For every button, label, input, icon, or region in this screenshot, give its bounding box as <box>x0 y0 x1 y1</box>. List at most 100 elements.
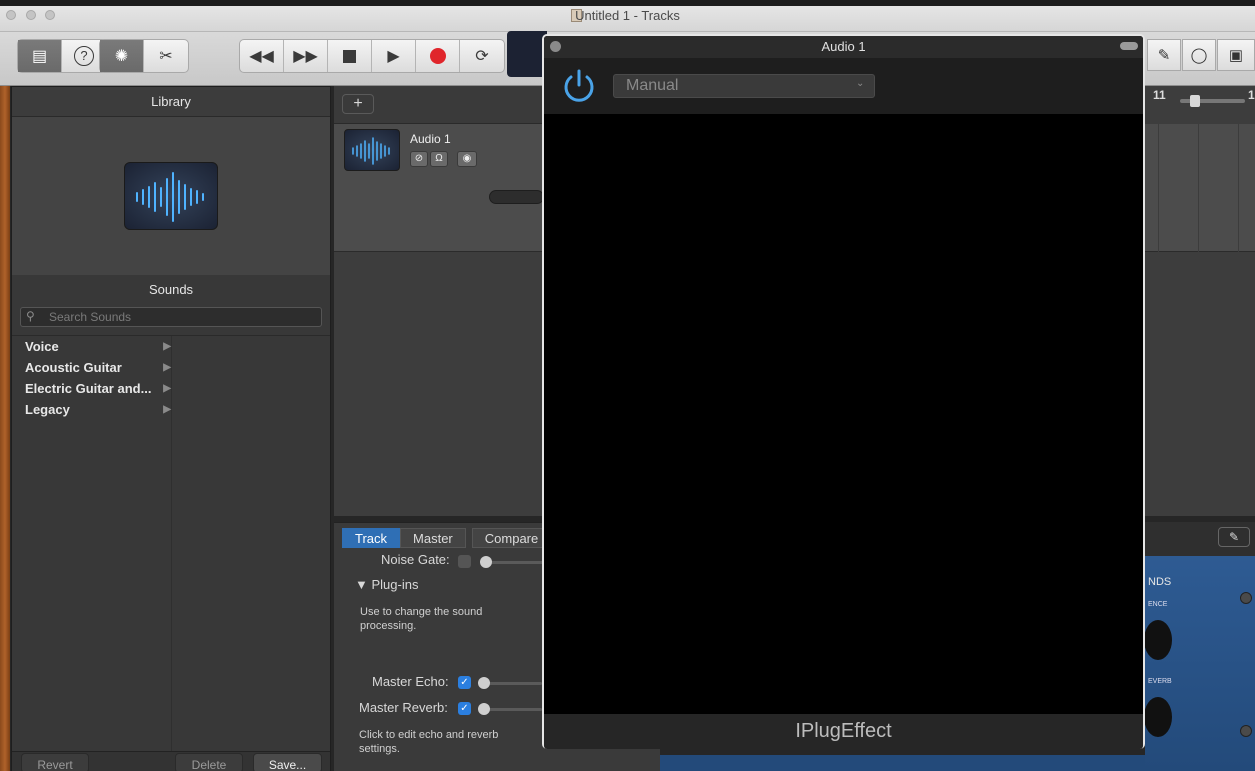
plugins-disclosure[interactable]: ▼ Plug-ins <box>355 577 418 592</box>
category-label: Electric Guitar and... <box>25 381 152 396</box>
amp-plate <box>1145 556 1255 771</box>
library-help-group: ▤ ? <box>17 39 107 73</box>
search-icon: ⚲ <box>26 309 35 323</box>
track-volume-slider[interactable] <box>489 190 544 204</box>
disclosure-triangle-icon: ▼ <box>355 577 368 592</box>
record-enable-button[interactable]: ◉ <box>457 151 477 167</box>
note-pad-button[interactable]: ✎ <box>1147 39 1181 71</box>
master-echo-slider[interactable] <box>482 682 542 685</box>
noise-gate-slider[interactable] <box>484 561 544 564</box>
stop-button[interactable] <box>328 40 372 72</box>
solo-button[interactable]: Ω <box>430 151 448 167</box>
record-button[interactable] <box>416 40 460 72</box>
noise-gate-slider-knob[interactable] <box>480 556 492 568</box>
wood-panel <box>0 86 10 771</box>
master-reverb-label: Master Reverb: <box>359 700 448 715</box>
window-title: Untitled 1 - Tracks <box>575 8 680 23</box>
amp-section-label: NDS <box>1148 576 1172 588</box>
delete-button[interactable]: Delete <box>175 753 243 771</box>
tab-master[interactable]: Master <box>400 528 466 548</box>
compare-button[interactable]: Compare <box>471 528 552 548</box>
input-monitor-icon: ◉ <box>462 153 472 164</box>
loop-icon: ◯ <box>1190 47 1208 64</box>
chevron-down-icon: ⌄ <box>856 78 865 89</box>
library-panel: Library Sounds Search Sounds ⚲ Voice ▶ A… <box>11 86 331 771</box>
editors-button[interactable]: ✂ <box>144 40 188 72</box>
category-voice[interactable]: Voice ▶ <box>25 336 171 357</box>
library-waveform-icon <box>124 162 218 230</box>
edit-smart-controls-button[interactable]: ✎ <box>1218 527 1250 547</box>
plugin-canvas <box>544 114 1143 714</box>
library-toggle-button[interactable]: ▤ <box>18 40 62 72</box>
scissors-icon: ✂ <box>159 48 173 65</box>
garageband-window: Untitled 1 - Tracks ▤ ? ✺ ✂ ◀◀ ▶▶ ▶ ⟳ ✎ … <box>0 0 1255 771</box>
track-name[interactable]: Audio 1 <box>410 132 451 146</box>
noise-gate-label: Noise Gate: <box>381 552 450 567</box>
rewind-button[interactable]: ◀◀ <box>240 40 284 72</box>
transport-group: ◀◀ ▶▶ ▶ ⟳ <box>239 39 505 73</box>
category-label: Acoustic Guitar <box>25 360 122 375</box>
master-echo-slider-knob[interactable] <box>478 677 490 689</box>
cycle-button[interactable]: ⟳ <box>460 40 504 72</box>
smart-controls-button[interactable]: ✺ <box>100 40 144 72</box>
record-icon <box>429 48 446 64</box>
grid-line <box>1238 124 1239 252</box>
ruler-bar-number: 11 <box>1153 88 1166 102</box>
revert-button[interactable]: Revert <box>21 753 89 771</box>
save-button[interactable]: Save... <box>253 753 322 771</box>
loop-browser-button[interactable]: ◯ <box>1182 39 1216 71</box>
fast-forward-button[interactable]: ▶▶ <box>284 40 328 72</box>
disclosure-arrow-icon: ▶ <box>163 362 171 373</box>
master-reverb-slider[interactable] <box>482 708 542 711</box>
headphones-icon: Ω <box>435 153 443 164</box>
rewind-icon: ◀◀ <box>249 48 274 65</box>
mute-button[interactable]: ⊘ <box>410 151 428 167</box>
library-artwork-area <box>12 117 330 275</box>
reverb-label: EVERB <box>1148 678 1172 685</box>
pencil-icon: ✎ <box>1228 530 1240 544</box>
noise-gate-checkbox[interactable] <box>458 555 471 568</box>
grid-line <box>1198 124 1199 252</box>
plugin-title: Audio 1 <box>544 36 1143 58</box>
reverb-knob[interactable] <box>1144 697 1172 737</box>
lcd-display[interactable] <box>507 31 547 77</box>
play-button[interactable]: ▶ <box>372 40 416 72</box>
master-reverb-slider-knob[interactable] <box>478 703 490 715</box>
media-browser-button[interactable]: ▣ <box>1217 39 1255 71</box>
play-icon: ▶ <box>387 48 400 65</box>
plugin-window: Audio 1 Manual ⌄ IPlugEffect <box>542 34 1145 749</box>
plugin-close-button[interactable] <box>550 41 561 52</box>
sounds-title: Sounds <box>148 282 194 297</box>
media-browser-icon: ▣ <box>1228 47 1244 64</box>
plugin-footer: IPlugEffect <box>544 714 1143 749</box>
search-sounds-input[interactable]: Search Sounds <box>20 307 322 327</box>
presence-knob[interactable] <box>1144 620 1172 660</box>
echo-reverb-description: Click to edit echo and reverb settings. <box>359 729 499 755</box>
master-echo-checkbox[interactable]: ✓ <box>458 676 471 689</box>
category-acoustic-guitar[interactable]: Acoustic Guitar ▶ <box>25 357 171 378</box>
category-electric-guitar[interactable]: Electric Guitar and... ▶ <box>25 378 171 399</box>
disclosure-arrow-icon: ▶ <box>163 341 171 352</box>
preset-dropdown[interactable]: Manual <box>613 74 875 98</box>
tab-track[interactable]: Track <box>342 528 401 548</box>
smart-scissors-group: ✺ ✂ <box>99 39 189 73</box>
library-icon: ▤ <box>31 48 48 65</box>
screw-icon <box>1240 592 1252 604</box>
library-title: Library <box>12 87 330 117</box>
category-label: Voice <box>25 339 59 354</box>
add-track-button[interactable]: + <box>342 94 374 114</box>
ruler-bar-number: 1 <box>1248 88 1255 102</box>
menu-bar-strip <box>0 0 1255 6</box>
category-legacy[interactable]: Legacy ▶ <box>25 399 171 420</box>
master-reverb-checkbox[interactable]: ✓ <box>458 702 471 715</box>
category-label: Legacy <box>25 402 70 417</box>
zoom-slider-knob[interactable] <box>1190 95 1200 107</box>
help-icon: ? <box>74 46 94 66</box>
power-icon[interactable] <box>560 67 598 105</box>
smart-controls-icon: ✺ <box>114 48 129 65</box>
plugin-toolbar-toggle[interactable] <box>1120 42 1138 50</box>
smart-controls-tabs: Track Master Compare <box>342 528 552 550</box>
presence-label: ENCE <box>1148 601 1168 608</box>
column-divider <box>171 336 172 751</box>
note-pad-icon: ✎ <box>1157 47 1171 64</box>
